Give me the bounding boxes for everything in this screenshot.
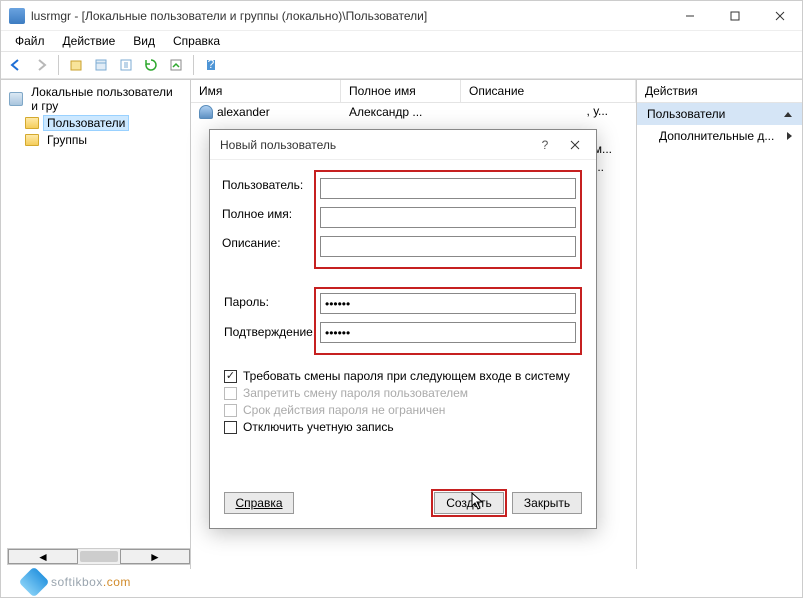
tree-pane: Локальные пользователи и гру Пользовател… [1,80,191,569]
input-fullname[interactable] [320,207,576,228]
arrow-right-icon [787,132,792,140]
highlight-box-2 [314,287,582,355]
tree-scrollbar[interactable]: ◄ ► [7,548,191,565]
scroll-left-icon[interactable]: ◄ [8,549,78,564]
list-header: Имя Полное имя Описание [191,80,636,103]
maximize-button[interactable] [712,1,757,31]
app-icon [9,8,25,24]
back-icon[interactable] [5,54,27,76]
watermark-logo-icon [18,566,49,597]
menu-bar: Файл Действие Вид Справка [1,31,802,51]
export-icon[interactable] [115,54,137,76]
folder-icon [25,134,39,146]
input-confirm[interactable] [320,322,576,343]
forward-icon[interactable] [30,54,52,76]
checkbox-icon [224,404,237,417]
scroll-right-icon[interactable]: ► [120,549,190,564]
dialog-close-icon[interactable] [560,133,590,157]
watermark: softikbox.com [23,571,131,593]
computer-icon [9,92,23,106]
actions-section[interactable]: Пользователи [637,103,802,125]
close-button[interactable] [757,1,802,31]
create-button[interactable]: Создать [434,492,504,514]
dialog-titlebar: Новый пользователь ? [210,130,596,160]
user-icon [199,105,213,119]
new-icon[interactable] [65,54,87,76]
tree-root[interactable]: Локальные пользователи и гру [3,84,188,114]
chk-cantchange: Запретить смену пароля пользователем [224,386,582,400]
collapse-icon [784,112,792,117]
menu-view[interactable]: Вид [125,32,163,50]
label-desc: Описание: [222,236,281,250]
dialog-title: Новый пользователь [220,138,530,152]
dialog-help-icon[interactable]: ? [530,133,560,157]
close-button[interactable]: Закрыть [512,492,582,514]
scroll-thumb[interactable] [80,551,118,562]
list-row[interactable]: alexander Александр ... [191,103,636,121]
menu-help[interactable]: Справка [165,32,228,50]
actions-pane: Действия Пользователи Дополнительные д..… [637,80,802,569]
col-desc[interactable]: Описание [461,80,636,102]
help-icon[interactable]: ? [200,54,222,76]
window-titlebar: lusrmgr - [Локальные пользователи и груп… [1,1,802,31]
refresh-icon[interactable] [140,54,162,76]
tree-groups[interactable]: Группы [3,132,188,148]
highlight-box-1 [314,170,582,269]
input-user[interactable] [320,178,576,199]
menu-action[interactable]: Действие [55,32,124,50]
minimize-button[interactable] [667,1,712,31]
partial-text: , у... [587,104,608,118]
col-fullname[interactable]: Полное имя [341,80,461,102]
label-password: Пароль: [224,295,269,309]
checkbox-icon [224,370,237,383]
menu-file[interactable]: Файл [7,32,53,50]
help-button[interactable]: Справка [224,492,294,514]
actions-header: Действия [637,80,802,103]
chk-disabled[interactable]: Отключить учетную запись [224,420,582,434]
input-desc[interactable] [320,236,576,257]
checkbox-icon [224,421,237,434]
properties-icon[interactable] [90,54,112,76]
svg-text:?: ? [208,58,215,71]
label-fullname: Полное имя: [222,207,292,221]
chk-mustchange[interactable]: Требовать смены пароля при следующем вхо… [224,369,582,383]
new-user-dialog: Новый пользователь ? Пользователь: Полно… [209,129,597,529]
chk-neverexpire: Срок действия пароля не ограничен [224,403,582,417]
folder-icon [25,117,39,129]
export-list-icon[interactable] [165,54,187,76]
label-user: Пользователь: [222,178,303,192]
tree-users[interactable]: Пользователи [3,114,188,132]
window-title: lusrmgr - [Локальные пользователи и груп… [31,9,667,23]
actions-more[interactable]: Дополнительные д... [637,125,802,147]
toolbar: ? [1,51,802,79]
checkbox-icon [224,387,237,400]
label-confirm: Подтверждение: [224,325,316,339]
col-name[interactable]: Имя [191,80,341,102]
input-password[interactable] [320,293,576,314]
